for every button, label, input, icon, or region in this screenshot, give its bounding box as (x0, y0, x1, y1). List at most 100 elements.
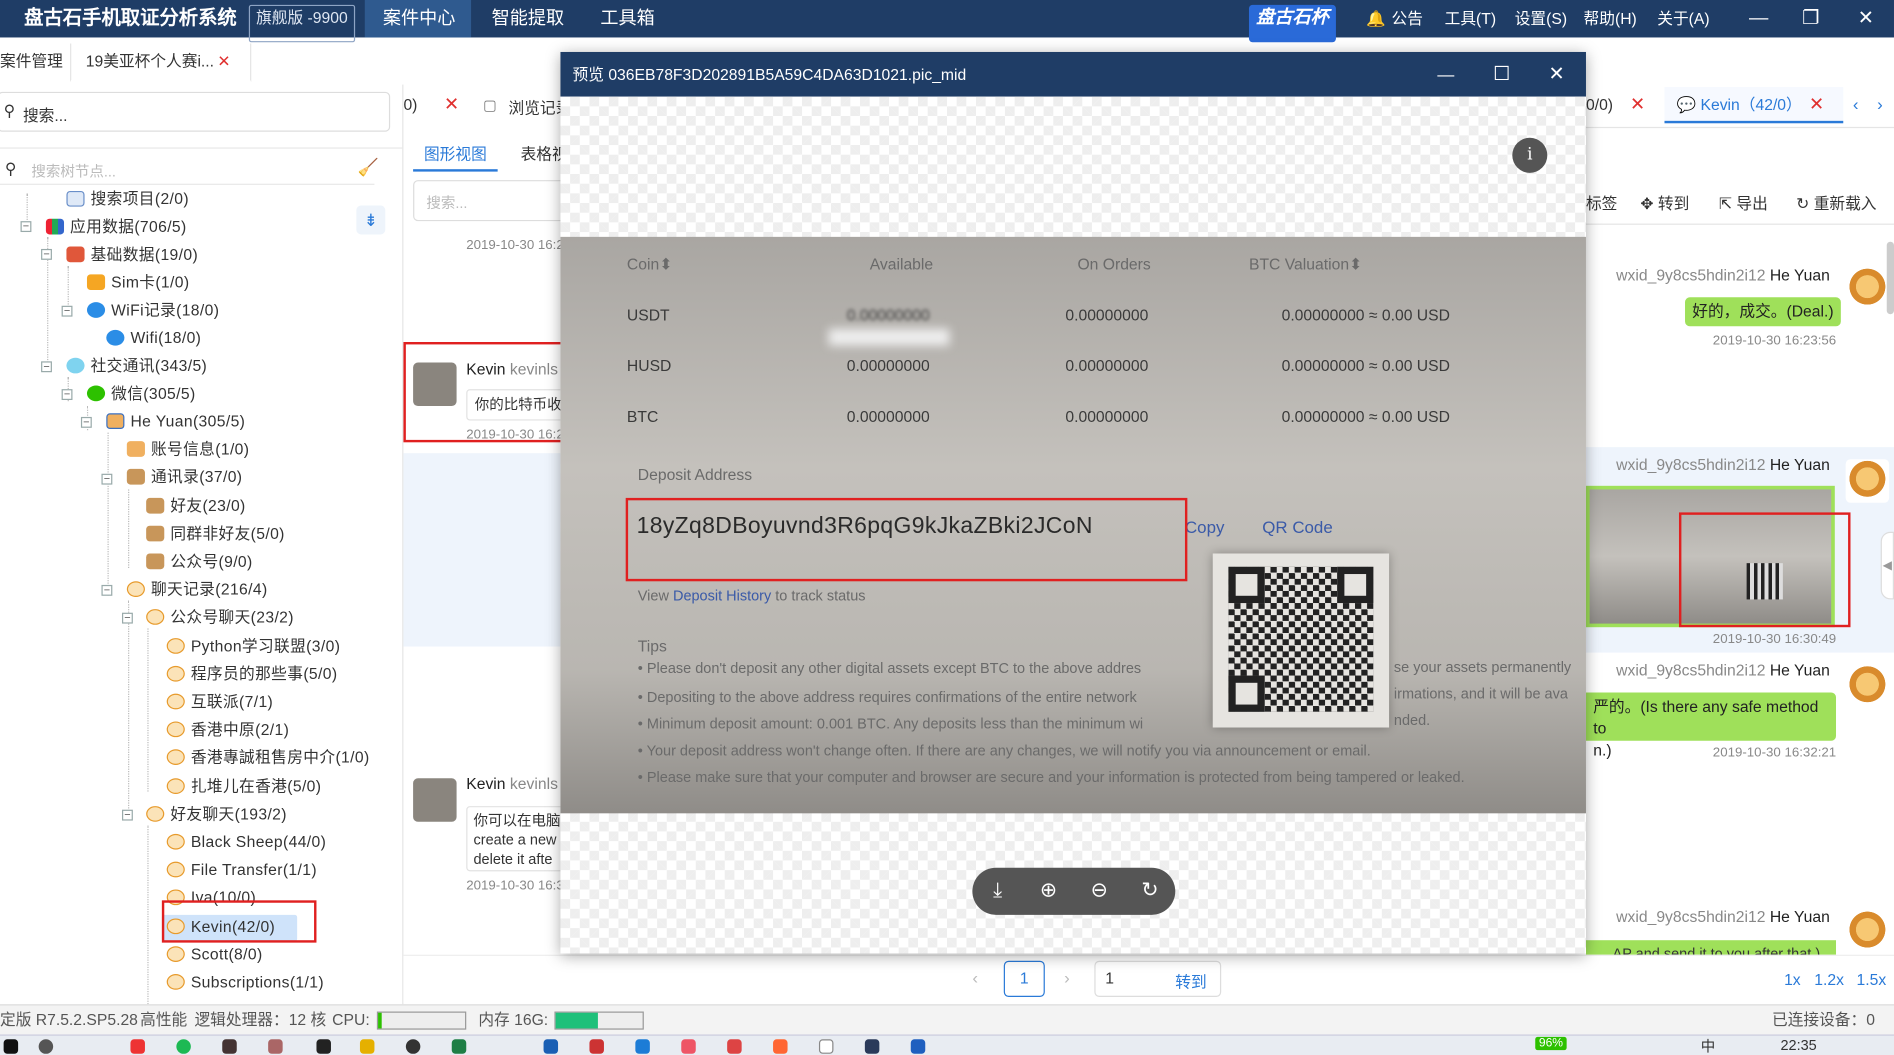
tree-item[interactable]: 同群非好友(5/0) (146, 521, 285, 548)
tree-search-input[interactable]: 搜索树节点... (31, 161, 116, 182)
tree-toggle[interactable]: − (20, 221, 32, 233)
search-icon[interactable] (38, 1039, 54, 1054)
vscode-icon[interactable] (635, 1039, 650, 1054)
menu-smart-extract[interactable]: 智能提取 (492, 0, 564, 37)
tree-toggle[interactable]: − (41, 248, 52, 260)
zoom-1-2x[interactable]: 1.2x (1814, 970, 1844, 988)
tree-item[interactable]: 账号信息(1/0) (126, 436, 250, 463)
page-current[interactable]: 1 (1003, 960, 1045, 998)
tree-item[interactable]: Subscriptions(1/1) (166, 969, 324, 996)
tab-close-icon[interactable]: ✕ (1809, 94, 1824, 115)
spotify-icon[interactable] (176, 1039, 191, 1054)
close-icon[interactable]: ✕ (1549, 52, 1565, 97)
minimize-icon[interactable]: — (1437, 52, 1454, 97)
tree-item[interactable]: 搜索项目(2/0) (66, 186, 189, 213)
menu-settings[interactable]: 设置(S) (1515, 0, 1567, 37)
tree-item[interactable]: 微信(305/5) (86, 381, 196, 408)
tree-item[interactable]: 互联派(7/1) (166, 689, 273, 716)
bell-icon[interactable]: 🔔 (1366, 0, 1386, 37)
tree-toggle[interactable]: − (80, 416, 92, 428)
app-icon[interactable] (727, 1039, 742, 1054)
zoom-1x[interactable]: 1x (1784, 970, 1801, 988)
tree-toggle[interactable]: − (121, 809, 133, 821)
page-prev-icon[interactable]: ‹ (972, 968, 978, 987)
tree-item[interactable]: Python学习联盟(3/0) (166, 633, 341, 660)
scrollbar[interactable] (1886, 241, 1894, 315)
tree-toggle[interactable]: − (121, 612, 133, 624)
restore-icon[interactable]: ❐ (1802, 0, 1819, 37)
broom-icon[interactable]: 🧹 (358, 157, 379, 178)
app-icon[interactable] (589, 1039, 604, 1054)
download-icon[interactable]: ⤓ (984, 877, 1011, 904)
tool-goto[interactable]: ✥ 转到 (1640, 191, 1689, 214)
tree-item[interactable]: Scott(8/0) (166, 941, 263, 968)
app-icon[interactable] (773, 1039, 788, 1054)
tree-item[interactable]: 公众号聊天(23/2) (146, 604, 294, 631)
ime-indicator[interactable]: 中 (1701, 1036, 1716, 1055)
tool-export[interactable]: ⇱ 导出 (1719, 191, 1768, 214)
tree-item[interactable]: Black Sheep(44/0) (166, 829, 327, 856)
notion-icon[interactable] (316, 1039, 331, 1054)
page-input[interactable]: 1 (1105, 969, 1114, 987)
zoom-in-icon[interactable]: ⊕ (1035, 877, 1062, 904)
tree-item[interactable]: WiFi记录(18/0) (86, 297, 219, 324)
tree-toggle[interactable]: − (101, 473, 113, 485)
tab-case-management[interactable]: 案件管理 (0, 44, 63, 80)
app-icon[interactable] (268, 1039, 283, 1054)
tree-item[interactable]: 香港專誠租售房中介(1/0) (166, 744, 370, 771)
tree-item[interactable]: 应用数据(706/5) (45, 214, 187, 241)
app-icon[interactable] (359, 1039, 375, 1054)
tab-graph-view[interactable]: 图形视图 (424, 141, 487, 164)
menu-tools[interactable]: 工具(T) (1445, 0, 1496, 37)
menu-case-center[interactable]: 案件中心 (383, 0, 455, 37)
page-next-icon[interactable]: › (1064, 968, 1070, 987)
info-icon[interactable]: i (1512, 137, 1548, 173)
menu-help[interactable]: 帮助(H) (1584, 0, 1637, 37)
right-tab[interactable]: 0/0) ✕ (1586, 87, 1645, 123)
panel-collapse-icon[interactable]: ◀ (1880, 531, 1894, 600)
tree-item[interactable]: 社交通讯(343/5) (66, 353, 207, 380)
zoom-out-icon[interactable]: ⊖ (1086, 877, 1113, 904)
tab-close-icon[interactable]: ✕ (444, 94, 459, 115)
tree-item[interactable]: 好友聊天(193/2) (146, 801, 287, 828)
tab-case-active[interactable]: 19美亚杯个人赛i... ✕ (70, 43, 252, 83)
tab-close-icon[interactable]: ✕ (217, 44, 230, 80)
collapse-icon[interactable]: ⇟ (356, 205, 386, 235)
tree-item[interactable]: 扎堆儿在香港(5/0) (166, 773, 322, 800)
menu-toolbox[interactable]: 工具箱 (600, 0, 654, 37)
start-icon[interactable] (3, 1039, 19, 1054)
tree-item[interactable]: Wifi(18/0) (106, 325, 201, 352)
tree-toggle[interactable]: − (61, 389, 73, 401)
tab-next-icon[interactable]: › (1877, 94, 1883, 113)
tree-item[interactable]: Sim卡(1/0) (86, 269, 189, 296)
minimize-icon[interactable]: — (1749, 0, 1768, 37)
tree-item[interactable]: 程序员的那些事(5/0) (166, 661, 338, 688)
app-icon[interactable] (222, 1039, 237, 1054)
search-box[interactable]: ⚲ 搜索... (0, 91, 391, 132)
tab-prev-icon[interactable]: ‹ (1853, 94, 1859, 113)
app-icon[interactable] (910, 1039, 926, 1054)
app-icon[interactable] (864, 1039, 880, 1054)
app-icon[interactable] (818, 1039, 834, 1054)
middle-search[interactable]: 搜索... (413, 180, 571, 222)
tree-toggle[interactable]: − (41, 361, 52, 373)
tab-close-icon[interactable]: ✕ (1630, 94, 1645, 115)
maximize-icon[interactable]: ☐ (1493, 52, 1510, 97)
zoom-1-5x[interactable]: 1.5x (1857, 970, 1887, 988)
chrome-icon[interactable] (130, 1039, 145, 1054)
tab-kevin[interactable]: 💬 Kevin（42/0） ✕ (1664, 87, 1844, 124)
excel-icon[interactable] (451, 1039, 467, 1054)
tree-item[interactable]: 香港中原(2/1) (166, 717, 290, 744)
app-icon[interactable] (681, 1039, 696, 1054)
tree-item[interactable]: He Yuan(305/5) (106, 408, 245, 435)
tree-item[interactable]: 好友(23/0) (146, 493, 246, 520)
tree-item[interactable]: File Transfer(1/1) (166, 857, 317, 884)
tool-tag[interactable]: 标签 (1586, 191, 1617, 214)
tree-toggle[interactable]: − (61, 305, 73, 317)
close-icon[interactable]: ✕ (1858, 0, 1874, 37)
tree-item[interactable]: 聊天记录(216/4) (126, 576, 268, 603)
tree-toggle[interactable]: − (101, 584, 113, 596)
app-icon[interactable] (543, 1039, 559, 1054)
tree-item[interactable]: 公众号(9/0) (146, 549, 252, 576)
tool-reload[interactable]: ↻ 重新载入 (1796, 191, 1876, 214)
